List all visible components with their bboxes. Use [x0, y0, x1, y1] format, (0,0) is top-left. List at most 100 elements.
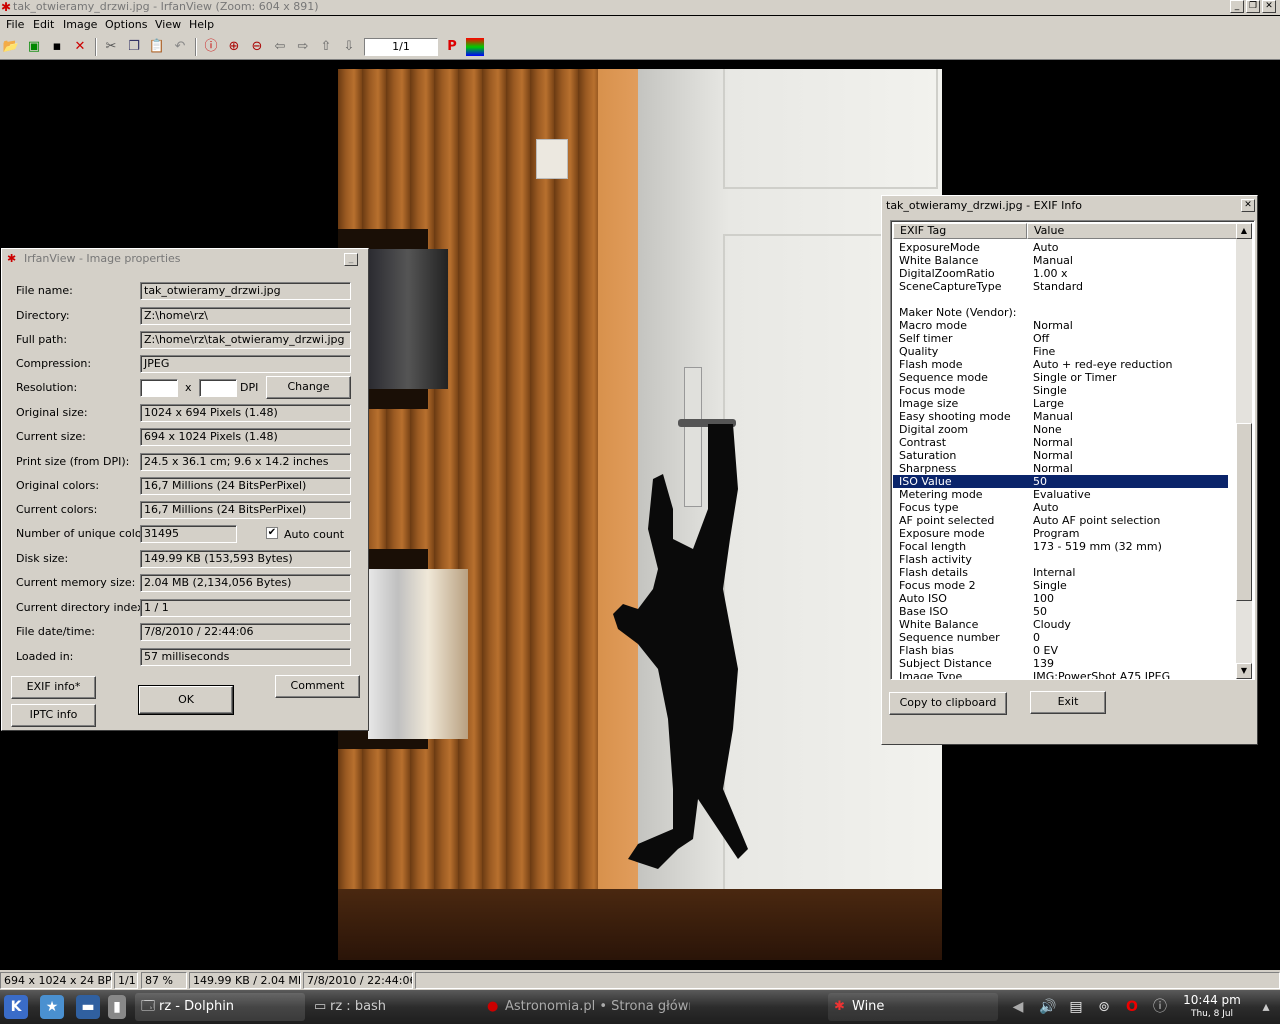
exif-row[interactable]: Focus mode 2 Single	[893, 579, 1228, 592]
menu-options[interactable]: Options	[105, 18, 147, 31]
desktop-icon[interactable]: ▬	[76, 995, 100, 1019]
title-bar[interactable]: ✱ tak_otwieramy_drzwi.jpg - IrfanView (Z…	[0, 0, 1280, 15]
delete-icon[interactable]: ✕	[71, 38, 89, 56]
exif-row[interactable]: Image Type IMG:PowerShot A75 JPEG	[893, 670, 1228, 679]
exif-row[interactable]: SceneCaptureType Standard	[893, 280, 1228, 293]
auto-count-checkbox[interactable]: ✔	[266, 527, 278, 539]
exif-row[interactable]: Metering mode Evaluative	[893, 488, 1228, 501]
exif-row[interactable]: Focal length 173 - 519 mm (32 mm)	[893, 540, 1228, 553]
minimize-icon[interactable]: _	[344, 253, 358, 266]
network-icon[interactable]: ⊚	[1092, 995, 1116, 1019]
volume-icon[interactable]: 🔊	[1036, 995, 1060, 1019]
slideshow-icon[interactable]: ▣	[25, 38, 43, 56]
page-number-field[interactable]: 1/1	[364, 38, 438, 56]
exif-scrollbar[interactable]: ▲ ▼	[1236, 223, 1252, 679]
task-wine[interactable]: ✱ Wine	[828, 993, 998, 1021]
exif-row[interactable]: Sequence number 0	[893, 631, 1228, 644]
pager-icon[interactable]: ▮	[108, 995, 126, 1019]
property-label: Current colors:	[16, 503, 98, 516]
zoom-out-icon[interactable]: ⊖	[248, 38, 266, 56]
exif-row[interactable]: Easy shooting mode Manual	[893, 410, 1228, 423]
zoom-in-icon[interactable]: ⊕	[225, 38, 243, 56]
exif-row[interactable]: ExposureMode Auto	[893, 241, 1228, 254]
task-dolphin[interactable]: 🗔 rz - Dolphin	[135, 993, 305, 1021]
exif-row[interactable]: Contrast Normal	[893, 436, 1228, 449]
exif-row[interactable]: DigitalZoomRatio 1.00 x	[893, 267, 1228, 280]
dpi-x-input[interactable]	[140, 379, 178, 397]
panel-arrow-icon[interactable]: ▴	[1254, 995, 1278, 1019]
exif-row[interactable]: Macro mode Normal	[893, 319, 1228, 332]
menu-image[interactable]: Image	[63, 18, 97, 31]
exif-row[interactable]: Saturation Normal	[893, 449, 1228, 462]
exif-list[interactable]: EXIF Tag Value ExposureMode Auto White Bal…	[890, 220, 1255, 680]
copy-to-clipboard-button[interactable]: Copy to clipboard	[889, 692, 1007, 715]
exif-row[interactable]: Quality Fine	[893, 345, 1228, 358]
exif-row[interactable]: Flash mode Auto + red-eye reduction	[893, 358, 1228, 371]
menu-help[interactable]: Help	[189, 18, 214, 31]
undo-icon[interactable]: ↶	[171, 38, 189, 56]
minimize-icon[interactable]: _	[1230, 0, 1244, 13]
exif-row-selected[interactable]: ISO Value 50	[892, 474, 1229, 489]
ok-button[interactable]: OK	[138, 685, 234, 715]
scroll-thumb[interactable]	[1236, 423, 1252, 601]
exif-row[interactable]: AF point selected Auto AF point selection	[893, 514, 1228, 527]
next-icon[interactable]: ⇨	[294, 38, 312, 56]
column-exif-tag[interactable]: EXIF Tag	[893, 223, 1027, 239]
exif-row[interactable]: Focus type Auto	[893, 501, 1228, 514]
print-icon[interactable]: P	[443, 38, 461, 56]
exif-row[interactable]: Self timer Off	[893, 332, 1228, 345]
exif-row[interactable]: Subject Distance 139	[893, 657, 1228, 670]
exif-row[interactable]: White Balance Manual	[893, 254, 1228, 267]
prev-icon[interactable]: ⇦	[271, 38, 289, 56]
exif-title-bar[interactable]: tak_otwieramy_drzwi.jpg - EXIF Info ✕	[884, 198, 1255, 214]
properties-title-bar[interactable]: ✱ IrfanView - Image properties _	[4, 251, 366, 267]
iptc-info-button[interactable]: IPTC info	[11, 704, 96, 727]
info-tray-icon[interactable]: ⓘ	[1148, 995, 1172, 1019]
copy-icon[interactable]: ❐	[125, 38, 143, 56]
exif-row[interactable]: Exposure mode Program	[893, 527, 1228, 540]
exif-row[interactable]: Focus mode Single	[893, 384, 1228, 397]
exif-row[interactable]: Sharpness Normal	[893, 462, 1228, 475]
exif-row[interactable]: Sequence mode Single or Timer	[893, 371, 1228, 384]
cut-icon[interactable]: ✂	[102, 38, 120, 56]
prev-dir-icon[interactable]: ⇧	[317, 38, 335, 56]
exif-row[interactable]: Maker Note (Vendor):	[893, 306, 1228, 319]
clipboard-icon[interactable]: ▤	[1064, 995, 1088, 1019]
clock[interactable]: 10:44 pm Thu, 8 Jul	[1176, 993, 1248, 1020]
next-dir-icon[interactable]: ⇩	[340, 38, 358, 56]
exif-row[interactable]: Flash details Internal	[893, 566, 1228, 579]
menu-file[interactable]: File	[6, 18, 24, 31]
exif-row[interactable]: Image size Large	[893, 397, 1228, 410]
exif-row[interactable]: Flash activity	[893, 553, 1228, 566]
scroll-down-icon[interactable]: ▼	[1236, 663, 1252, 679]
exif-row[interactable]	[893, 293, 1228, 306]
close-icon[interactable]: ✕	[1241, 199, 1255, 212]
dpi-y-input[interactable]	[199, 379, 237, 397]
exif-row[interactable]: Base ISO 50	[893, 605, 1228, 618]
column-value[interactable]: Value	[1027, 223, 1239, 239]
change-button[interactable]: Change	[266, 376, 351, 399]
exif-row[interactable]: Digital zoom None	[893, 423, 1228, 436]
color-icon[interactable]	[466, 38, 484, 56]
home-folder-icon[interactable]: ★	[40, 995, 64, 1019]
exif-info-button[interactable]: EXIF info*	[11, 676, 96, 699]
restore-icon[interactable]: ❐	[1246, 0, 1260, 13]
kde-menu-icon[interactable]: K	[4, 995, 28, 1019]
save-icon[interactable]: ▪	[48, 38, 66, 56]
exif-row[interactable]: Flash bias 0 EV	[893, 644, 1228, 657]
back-arrow-icon[interactable]: ◀	[1006, 995, 1030, 1019]
opera-tray-icon[interactable]: O	[1120, 995, 1144, 1019]
comment-button[interactable]: Comment	[275, 675, 360, 698]
scroll-up-icon[interactable]: ▲	[1236, 223, 1252, 239]
menu-edit[interactable]: Edit	[33, 18, 54, 31]
menu-view[interactable]: View	[155, 18, 181, 31]
task-bash[interactable]: ▭ rz : bash	[310, 993, 480, 1021]
info-icon[interactable]: ⓘ	[202, 38, 220, 56]
open-icon[interactable]: 📂	[2, 38, 20, 56]
task-opera[interactable]: ● Astronomia.pl • Strona główn	[485, 993, 690, 1021]
exif-row[interactable]: Auto ISO 100	[893, 592, 1228, 605]
exit-button[interactable]: Exit	[1030, 691, 1106, 714]
paste-icon[interactable]: 📋	[148, 38, 166, 56]
exif-row[interactable]: White Balance Cloudy	[893, 618, 1228, 631]
close-icon[interactable]: ✕	[1262, 0, 1276, 13]
